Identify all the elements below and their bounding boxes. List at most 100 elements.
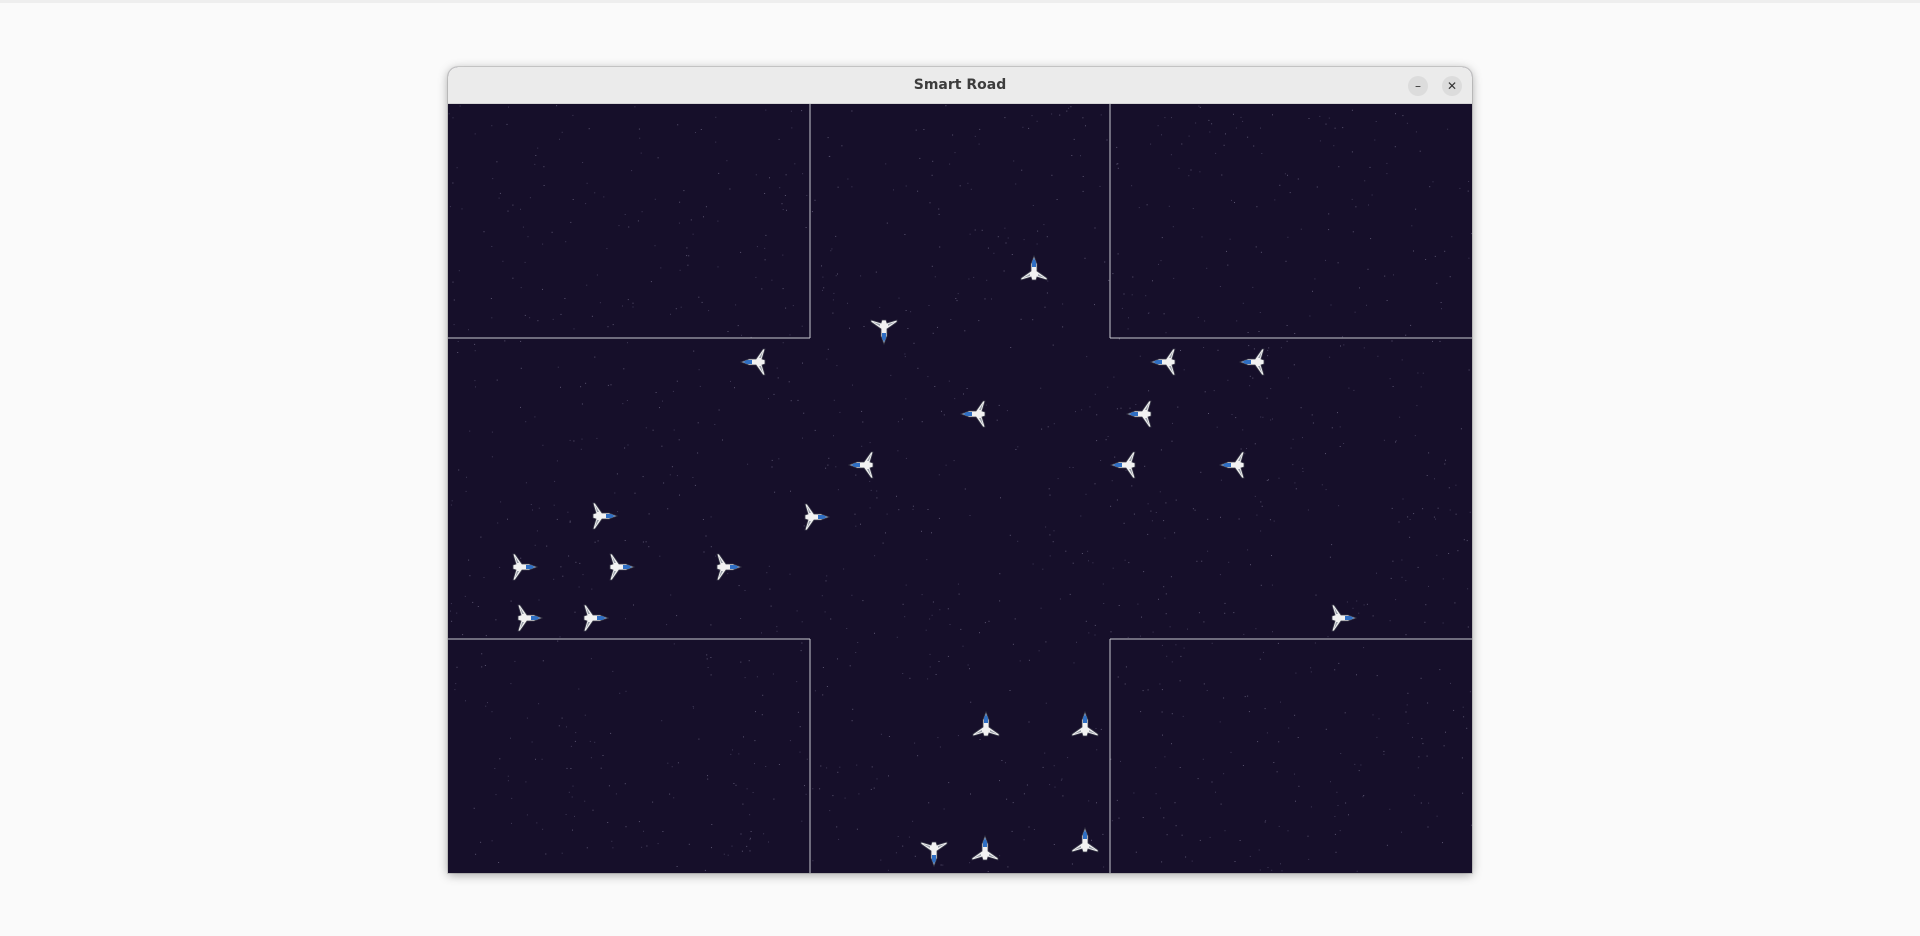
star (642, 476, 644, 478)
star (582, 574, 584, 576)
star (657, 843, 659, 845)
star (1442, 842, 1443, 844)
star (1215, 791, 1216, 793)
star (974, 135, 976, 137)
star (594, 192, 596, 194)
star (1287, 830, 1289, 832)
star (610, 384, 612, 386)
star (852, 708, 854, 710)
star (784, 195, 786, 196)
star (692, 477, 694, 478)
star (1171, 117, 1172, 119)
star (1281, 870, 1283, 872)
star (938, 208, 940, 210)
star (1370, 238, 1372, 240)
star (624, 540, 626, 541)
star (1331, 427, 1333, 429)
minimize-button[interactable]: – (1408, 76, 1428, 96)
star (746, 845, 748, 847)
star (1389, 620, 1391, 622)
star (1183, 369, 1185, 371)
star (765, 234, 767, 236)
star (1152, 631, 1154, 633)
star (1242, 302, 1244, 304)
star (538, 599, 540, 601)
star (768, 398, 769, 400)
star (703, 551, 705, 553)
star (1352, 231, 1354, 233)
star (1001, 760, 1003, 761)
star (1366, 603, 1368, 605)
star (718, 409, 720, 411)
star (588, 128, 590, 130)
star (937, 326, 938, 328)
star (450, 603, 452, 605)
star (1266, 732, 1268, 734)
star (578, 586, 580, 588)
star (538, 507, 540, 509)
star (1165, 613, 1167, 615)
star (1045, 702, 1047, 704)
star (1116, 146, 1118, 148)
star (822, 694, 824, 696)
star (1072, 562, 1074, 564)
star (1235, 417, 1237, 419)
star (1302, 437, 1303, 439)
star (1096, 414, 1098, 416)
star (1211, 642, 1213, 644)
star (1157, 125, 1159, 127)
star (1363, 347, 1365, 349)
star (1062, 795, 1064, 797)
star (794, 163, 796, 165)
star (1310, 667, 1312, 669)
star (462, 634, 464, 636)
star (558, 725, 560, 727)
star (1401, 831, 1402, 833)
star (738, 585, 740, 587)
star (1310, 671, 1312, 673)
star (768, 841, 769, 843)
star (1139, 635, 1141, 637)
star (1334, 127, 1336, 129)
star (481, 653, 483, 655)
star (708, 310, 710, 312)
star (1032, 319, 1034, 321)
star (996, 419, 998, 421)
star (857, 642, 859, 643)
star (800, 650, 802, 652)
star (1442, 622, 1444, 624)
star (542, 660, 544, 662)
star (905, 310, 907, 311)
star (480, 536, 482, 538)
star (1339, 426, 1341, 428)
star (740, 833, 742, 835)
star (874, 632, 875, 634)
star (1356, 674, 1357, 676)
star (586, 847, 588, 849)
star (1427, 702, 1429, 704)
star (1116, 799, 1118, 801)
star (638, 821, 640, 823)
star (1042, 568, 1044, 570)
star (534, 416, 536, 418)
star (520, 340, 522, 342)
star (847, 302, 848, 304)
star (553, 504, 555, 506)
star (1468, 181, 1470, 182)
star (1086, 356, 1088, 358)
star (1147, 533, 1149, 535)
star (566, 767, 568, 769)
star (1328, 213, 1330, 215)
star (1169, 626, 1171, 628)
close-button[interactable]: ✕ (1442, 76, 1462, 96)
star (766, 572, 768, 574)
window-titlebar[interactable]: Smart Road – ✕ (448, 67, 1472, 104)
star (1383, 439, 1385, 441)
star (559, 138, 560, 140)
star (1339, 830, 1341, 832)
star (1405, 580, 1407, 582)
star (1103, 866, 1105, 868)
star (1253, 145, 1255, 147)
star (679, 269, 681, 271)
star (1337, 412, 1338, 414)
